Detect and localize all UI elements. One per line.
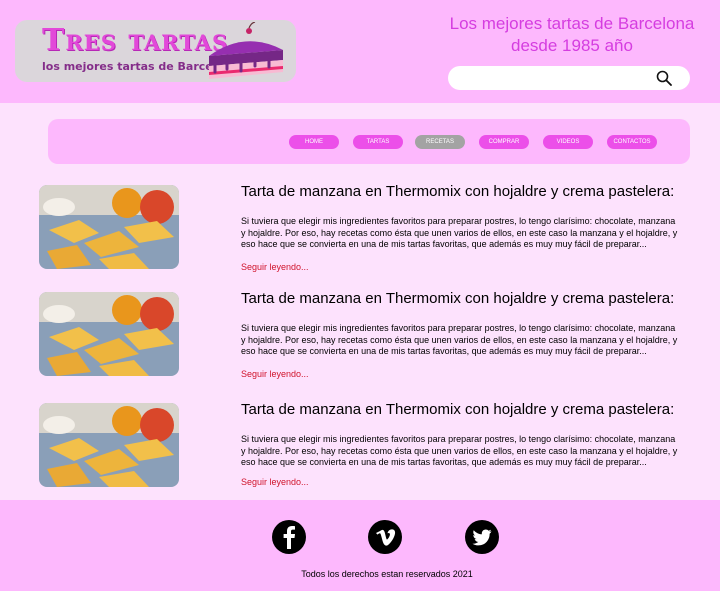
article-title[interactable]: Tarta de manzana en Thermomix con hojald… <box>241 290 674 307</box>
nav-tartas[interactable]: TARTAS <box>353 135 403 149</box>
tart-photo[interactable] <box>39 403 179 487</box>
twitter-icon[interactable] <box>465 520 499 554</box>
tart-photo[interactable] <box>39 185 179 269</box>
logo-title: Tres tartas <box>42 23 229 58</box>
tagline-line-1: Los mejores tartas de Barcelona <box>449 14 695 33</box>
read-more-link[interactable]: Seguir leyendo... <box>241 262 309 272</box>
copyright-text: Todos los derechos estan reservados 2021 <box>301 569 473 579</box>
article-excerpt: Si tuviera que elegir mis ingredientes f… <box>241 434 678 467</box>
article-item: Tarta de manzana en Thermomix con hojald… <box>39 183 699 272</box>
article-excerpt: Si tuviera que elegir mis ingredientes f… <box>241 216 678 249</box>
tart-photo[interactable] <box>39 292 179 376</box>
article-title[interactable]: Tarta de manzana en Thermomix con hojald… <box>241 401 674 418</box>
nav-recetas[interactable]: RECETAS <box>415 135 465 149</box>
nav-videos[interactable]: VIDEOS <box>543 135 593 149</box>
cake-icon <box>209 22 283 79</box>
logo[interactable]: Tres tartas los mejores tartas de Barcel… <box>15 20 296 82</box>
nav-contactos[interactable]: CONTACTOS <box>607 135 657 149</box>
site-tagline: Los mejores tartas de Barcelona desde 19… <box>432 13 712 57</box>
search-input[interactable] <box>448 66 690 90</box>
article-title[interactable]: Tarta de manzana en Thermomix con hojald… <box>241 183 674 200</box>
main-nav: HOME TARTAS RECETAS COMPRAR VIDEOS CONTA… <box>48 119 690 164</box>
article-excerpt: Si tuviera que elegir mis ingredientes f… <box>241 323 678 356</box>
vimeo-icon[interactable] <box>368 520 402 554</box>
read-more-link[interactable]: Seguir leyendo... <box>241 369 309 379</box>
site-footer: Todos los derechos estan reservados 2021 <box>0 500 720 591</box>
nav-comprar[interactable]: COMPRAR <box>479 135 529 149</box>
article-item: Tarta de manzana en Thermomix con hojald… <box>39 290 699 379</box>
nav-home[interactable]: HOME <box>289 135 339 149</box>
read-more-link[interactable]: Seguir leyendo... <box>241 477 309 487</box>
article-item: Tarta de manzana en Thermomix con hojald… <box>39 401 699 489</box>
site-header: Tres tartas los mejores tartas de Barcel… <box>0 0 720 103</box>
tagline-line-2: desde 1985 año <box>511 36 633 55</box>
search-icon[interactable] <box>656 70 672 86</box>
facebook-icon[interactable] <box>272 520 306 554</box>
